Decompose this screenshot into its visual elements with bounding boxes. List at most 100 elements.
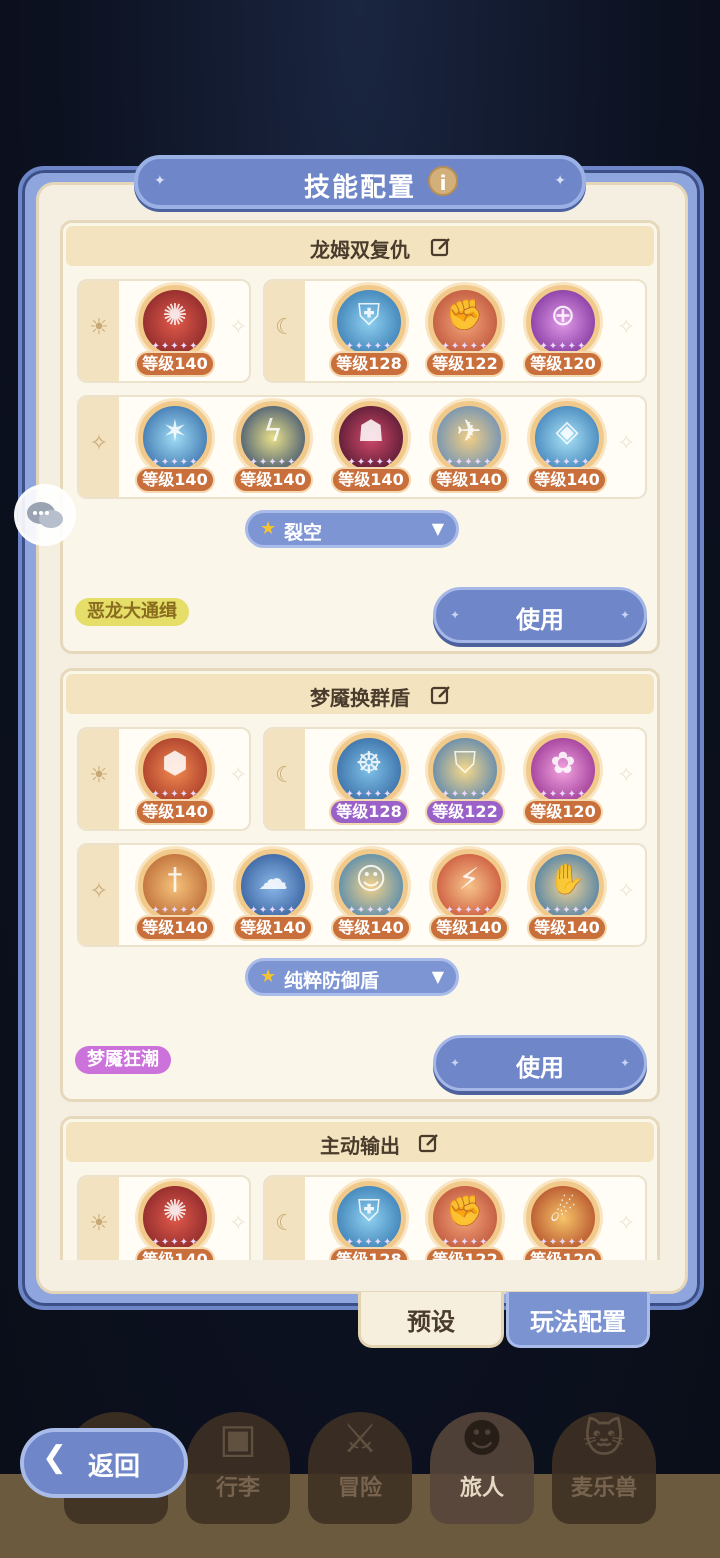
- skill-level: 等级120: [523, 799, 603, 825]
- nav-item-adventure[interactable]: ⚔ 冒险: [308, 1412, 412, 1524]
- star-skill-group: ✧ ✧ ✶ ✦✦✦✦✦ 等级140 ϟ ✦✦✦✦✦ 等级140 ☗ ✦✦✦✦✦ …: [77, 395, 647, 499]
- tab-play-config-label: 玩法配置: [530, 1308, 626, 1336]
- crossed-swords-icon: ⚔: [342, 1416, 378, 1462]
- sun-skill-group: ☀ ✧ ⬢ ✦✦✦✦✦ 等级140: [77, 727, 251, 831]
- moon-icon: ☾: [275, 1211, 295, 1236]
- skill-level: 等级120: [523, 351, 603, 377]
- skill-level: 等级140: [135, 915, 215, 941]
- card-header: 梦魇换群盾: [66, 674, 654, 714]
- skill-level: 等级140: [135, 351, 215, 377]
- page-title: 技能配置: [303, 173, 416, 203]
- skill-slot[interactable]: ☗ ✦✦✦✦✦ 等级140: [329, 399, 413, 495]
- edit-icon[interactable]: [418, 1132, 440, 1154]
- swirl-decoration-icon: ✧: [229, 763, 248, 788]
- dropdown-value: 纯粹防御盾: [284, 970, 380, 992]
- skill-slot[interactable]: ☁ ✦✦✦✦✦ 等级140: [231, 847, 315, 943]
- preset-name: 梦魇换群盾: [310, 686, 410, 710]
- skill-level: 等级140: [331, 467, 411, 493]
- skill-level: 等级122: [425, 799, 505, 825]
- chat-button[interactable]: [14, 484, 76, 546]
- tab-play-config[interactable]: 玩法配置: [506, 1292, 650, 1348]
- star-skill-group: ✧ ✧ † ✦✦✦✦✦ 等级140 ☁ ✦✦✦✦✦ 等级140 ☺ ✦✦✦✦✦ …: [77, 843, 647, 947]
- skill-slot[interactable]: ⛉ ✦✦✦✦✦ 等级122: [423, 731, 507, 827]
- skill-slot[interactable]: ✊ ✦✦✦✦✦ 等级122: [423, 1179, 507, 1260]
- swirl-decoration-icon: ✧: [617, 879, 636, 904]
- use-button[interactable]: ✦ ✦ 使用: [433, 587, 647, 643]
- skill-slot[interactable]: ✶ ✦✦✦✦✦ 等级140: [133, 399, 217, 495]
- moon-skill-group: ☾ ✧ ⛨ ✦✦✦✦✦ 等级128 ✊ ✦✦✦✦✦ 等级122 ☄ ✦✦✦✦✦ …: [263, 1175, 647, 1260]
- sparkle-icon: ✧: [89, 879, 109, 904]
- use-button[interactable]: ✦ ✦ 使用: [433, 1035, 647, 1091]
- skill-level: 等级128: [329, 1247, 409, 1260]
- skill-level: 等级140: [527, 467, 607, 493]
- nav-label: 行李: [215, 1476, 260, 1501]
- edit-icon[interactable]: [430, 684, 452, 706]
- skill-slot[interactable]: ◈ ✦✦✦✦✦ 等级140: [525, 399, 609, 495]
- moon-skill-group: ☾ ✧ ☸ ✦✦✦✦✦ 等级128 ⛉ ✦✦✦✦✦ 等级122 ✿ ✦✦✦✦✦ …: [263, 727, 647, 831]
- skill-level: 等级140: [233, 915, 313, 941]
- skill-slot[interactable]: ⛨ ✦✦✦✦✦ 等级128: [327, 1179, 411, 1260]
- caret-down-icon: ▼: [431, 967, 444, 986]
- sparkle-icon: ✧: [89, 431, 109, 456]
- swirl-decoration-icon: ✧: [229, 1211, 248, 1236]
- skill-level: 等级140: [233, 467, 313, 493]
- moon-icon: ☾: [275, 763, 295, 788]
- skill-slot[interactable]: ⚡ ✦✦✦✦✦ 等级140: [427, 847, 511, 943]
- skill-slot[interactable]: ✺ ✦✦✦✦✦ 等级140: [133, 1179, 217, 1260]
- skill-slot[interactable]: ☄ ✦✦✦✦✦ 等级120: [521, 1179, 605, 1260]
- skill-dropdown[interactable]: ★ 裂空 ▼: [245, 510, 459, 548]
- back-arrow-icon: ❮: [42, 1440, 68, 1475]
- use-button-label: 使用: [516, 1054, 564, 1082]
- luggage-icon: ▣: [219, 1416, 257, 1462]
- moon-skill-group: ☾ ✧ ⛨ ✦✦✦✦✦ 等级128 ✊ ✦✦✦✦✦ 等级122 ⊕ ✦✦✦✦✦ …: [263, 279, 647, 383]
- skill-level: 等级140: [527, 915, 607, 941]
- skill-level: 等级140: [135, 467, 215, 493]
- swirl-decoration-icon: ✧: [617, 431, 636, 456]
- skill-slot[interactable]: ✈ ✦✦✦✦✦ 等级140: [427, 399, 511, 495]
- skill-level: 等级140: [429, 915, 509, 941]
- skill-slot[interactable]: ϟ ✦✦✦✦✦ 等级140: [231, 399, 315, 495]
- dropdown-value: 裂空: [284, 522, 323, 544]
- moon-icon: ☾: [275, 315, 295, 340]
- nav-item-pets[interactable]: 🐱 麦乐兽: [552, 1412, 656, 1524]
- sun-icon: ☀: [89, 315, 109, 340]
- skill-level: 等级122: [425, 1247, 505, 1260]
- sun-skill-group: ☀ ✧ ✺ ✦✦✦✦✦ 等级140: [77, 1175, 251, 1260]
- swirl-decoration-icon: ✧: [617, 1211, 636, 1236]
- nav-item-luggage[interactable]: ▣ 行李: [186, 1412, 290, 1524]
- mode-tag: 梦魇狂潮: [75, 1046, 171, 1074]
- nav-label: 麦乐兽: [570, 1476, 637, 1501]
- skill-slot[interactable]: ☸ ✦✦✦✦✦ 等级128: [327, 731, 411, 827]
- info-icon[interactable]: i: [428, 166, 458, 196]
- nav-label: 冒险: [337, 1476, 382, 1501]
- skill-slot[interactable]: ✋ ✦✦✦✦✦ 等级140: [525, 847, 609, 943]
- skill-slot[interactable]: ⛨ ✦✦✦✦✦ 等级128: [327, 283, 411, 379]
- nav-item-traveler[interactable]: ☻ 旅人: [430, 1412, 534, 1524]
- skill-slot[interactable]: ✊ ✦✦✦✦✦ 等级122: [423, 283, 507, 379]
- preset-name: 龙姆双复仇: [310, 238, 410, 262]
- swirl-decoration-icon: ✧: [617, 763, 636, 788]
- sun-skill-group: ☀ ✧ ✺ ✦✦✦✦✦ 等级140: [77, 279, 251, 383]
- skill-dropdown[interactable]: ★ 纯粹防御盾 ▼: [245, 958, 459, 996]
- skill-slot[interactable]: ☺ ✦✦✦✦✦ 等级140: [329, 847, 413, 943]
- traveler-avatar-icon: ☻: [461, 1416, 503, 1462]
- sun-icon: ☀: [89, 763, 109, 788]
- skill-slot[interactable]: ✿ ✦✦✦✦✦ 等级120: [521, 731, 605, 827]
- tab-preset[interactable]: 预设: [358, 1292, 504, 1348]
- preset-list[interactable]: 龙姆双复仇 ☀ ✧ ✺ ✦✦✦✦✦ 等级140 ☾ ✧ ⛨ ✦✦✦✦✦ 等级12…: [60, 220, 664, 1260]
- star-icon: ★: [260, 966, 277, 987]
- card-header: 龙姆双复仇: [66, 226, 654, 266]
- edit-icon[interactable]: [430, 236, 452, 258]
- skill-slot[interactable]: ⊕ ✦✦✦✦✦ 等级120: [521, 283, 605, 379]
- skill-level: 等级140: [331, 915, 411, 941]
- preset-card: 龙姆双复仇 ☀ ✧ ✺ ✦✦✦✦✦ 等级140 ☾ ✧ ⛨ ✦✦✦✦✦ 等级12…: [60, 220, 660, 654]
- preset-card: 梦魇换群盾 ☀ ✧ ⬢ ✦✦✦✦✦ 等级140 ☾ ✧ ☸ ✦✦✦✦✦ 等级12…: [60, 668, 660, 1102]
- skill-slot[interactable]: ✺ ✦✦✦✦✦ 等级140: [133, 283, 217, 379]
- back-button[interactable]: ❮ 返回: [20, 1428, 188, 1498]
- use-button-label: 使用: [516, 606, 564, 634]
- skill-slot[interactable]: † ✦✦✦✦✦ 等级140: [133, 847, 217, 943]
- back-button-label: 返回: [88, 1452, 141, 1482]
- swirl-decoration-icon: ✧: [617, 315, 636, 340]
- skill-slot[interactable]: ⬢ ✦✦✦✦✦ 等级140: [133, 731, 217, 827]
- skill-level: 等级128: [329, 351, 409, 377]
